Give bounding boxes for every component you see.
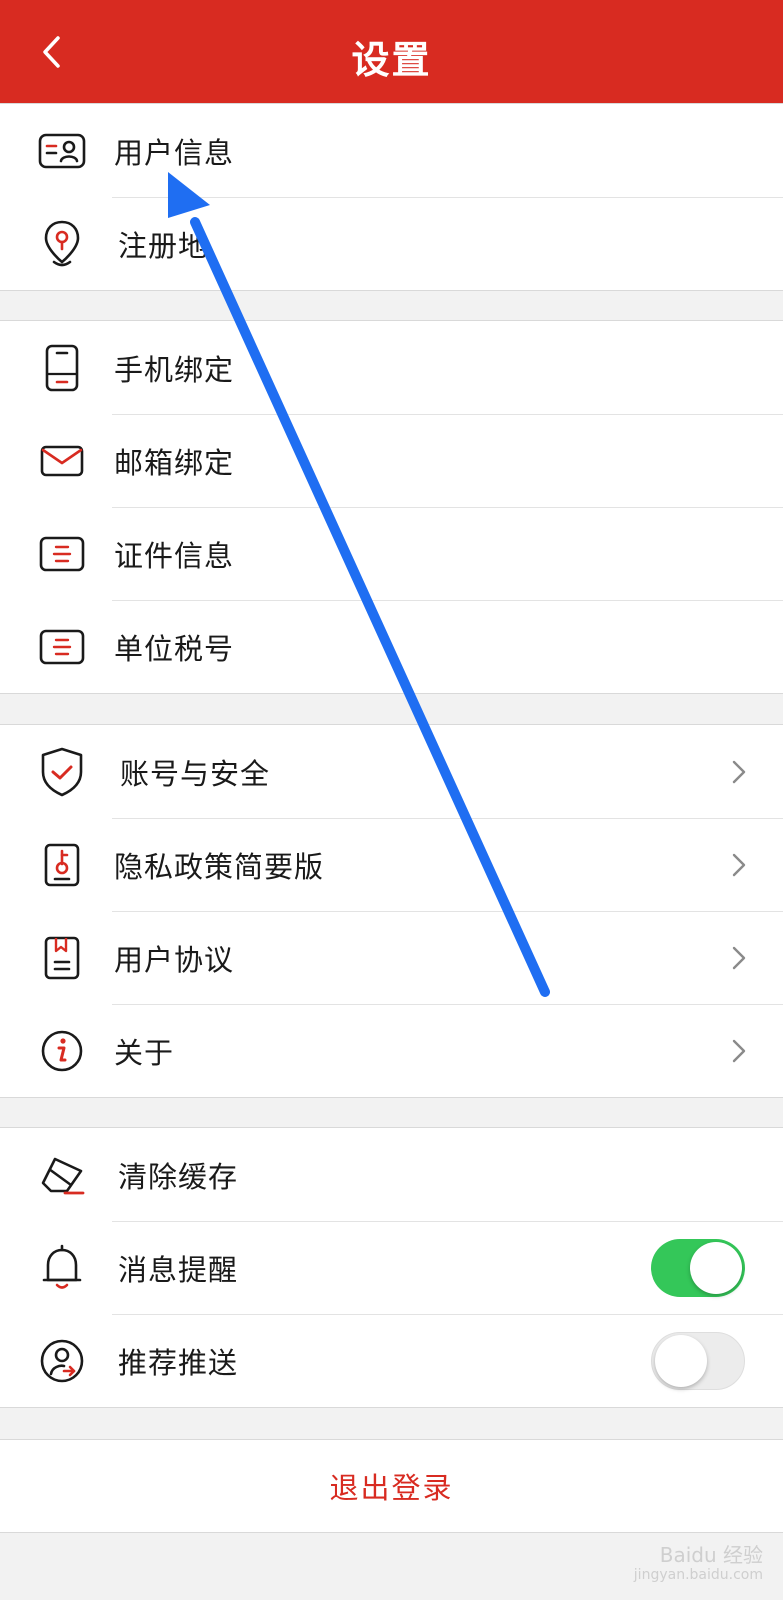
recommendation-push-toggle[interactable] — [651, 1331, 745, 1390]
row-label: 注册地 — [118, 228, 209, 263]
phone-icon — [36, 342, 88, 394]
row-account-security[interactable]: 账号与安全 — [0, 725, 783, 818]
certificate-icon — [36, 528, 88, 580]
tax-document-icon — [36, 621, 88, 673]
eraser-icon — [36, 1149, 88, 1201]
row-privacy-policy[interactable]: 隐私政策简要版 — [0, 818, 783, 911]
watermark-line2: jingyan.baidu.com — [633, 1567, 763, 1583]
location-pin-icon — [36, 218, 88, 270]
row-registration-place[interactable]: 注册地 — [0, 197, 783, 290]
chevron-right-icon — [732, 853, 746, 876]
row-label: 单位税号 — [114, 631, 235, 666]
group-preferences: 清除缓存 消息提醒 推荐推送 — [0, 1127, 783, 1408]
info-icon — [36, 1025, 88, 1077]
agreement-doc-icon — [36, 932, 88, 984]
row-clear-cache[interactable]: 清除缓存 — [0, 1128, 783, 1221]
row-label: 账号与安全 — [120, 756, 271, 791]
row-email-binding[interactable]: 邮箱绑定 — [0, 414, 783, 507]
row-label: 推荐推送 — [118, 1345, 239, 1380]
row-certificate-info[interactable]: 证件信息 — [0, 507, 783, 600]
logout-button[interactable]: 退出登录 — [0, 1439, 783, 1533]
logout-label: 退出登录 — [329, 1471, 454, 1505]
row-phone-binding[interactable]: 手机绑定 — [0, 321, 783, 414]
row-label: 邮箱绑定 — [114, 445, 235, 480]
row-label: 手机绑定 — [114, 352, 235, 387]
group-account: 账号与安全 隐私政策简要版 用户协议 关于 — [0, 724, 783, 1098]
row-label: 关于 — [114, 1035, 175, 1070]
user-push-icon — [36, 1335, 88, 1387]
message-reminder-toggle[interactable] — [651, 1238, 745, 1297]
row-tax-id[interactable]: 单位税号 — [0, 600, 783, 693]
row-label: 用户信息 — [114, 135, 235, 170]
row-recommendation-push[interactable]: 推荐推送 — [0, 1314, 783, 1407]
chevron-right-icon — [732, 760, 746, 783]
toggle-knob — [655, 1334, 707, 1387]
group-profile: 用户信息 注册地 — [0, 103, 783, 291]
back-button[interactable] — [30, 30, 74, 74]
row-label: 清除缓存 — [118, 1159, 239, 1194]
group-bindings: 手机绑定 邮箱绑定 证件信息 单位税号 — [0, 320, 783, 694]
chevron-right-icon — [732, 946, 746, 969]
watermark: Baidu 经验 jingyan.baidu.com — [634, 1545, 763, 1585]
watermark-line1: Baidu 经验 — [659, 1543, 763, 1567]
row-about[interactable]: 关于 — [0, 1004, 783, 1097]
page-title: 设置 — [351, 38, 432, 82]
app-header: 设置 — [0, 0, 783, 104]
row-label: 消息提醒 — [118, 1252, 239, 1287]
id-card-icon — [36, 125, 88, 177]
toggle-knob — [690, 1241, 742, 1294]
chevron-right-icon — [732, 1039, 746, 1062]
row-user-agreement[interactable]: 用户协议 — [0, 911, 783, 1004]
chevron-left-icon — [43, 36, 60, 68]
row-label: 隐私政策简要版 — [114, 849, 325, 884]
row-label: 证件信息 — [114, 538, 235, 573]
bell-icon — [36, 1242, 88, 1294]
envelope-icon — [36, 435, 88, 487]
row-user-info[interactable]: 用户信息 — [0, 104, 783, 197]
row-message-reminder[interactable]: 消息提醒 — [0, 1221, 783, 1314]
row-label: 用户协议 — [114, 942, 235, 977]
privacy-key-icon — [36, 839, 88, 891]
shield-check-icon — [36, 746, 88, 798]
